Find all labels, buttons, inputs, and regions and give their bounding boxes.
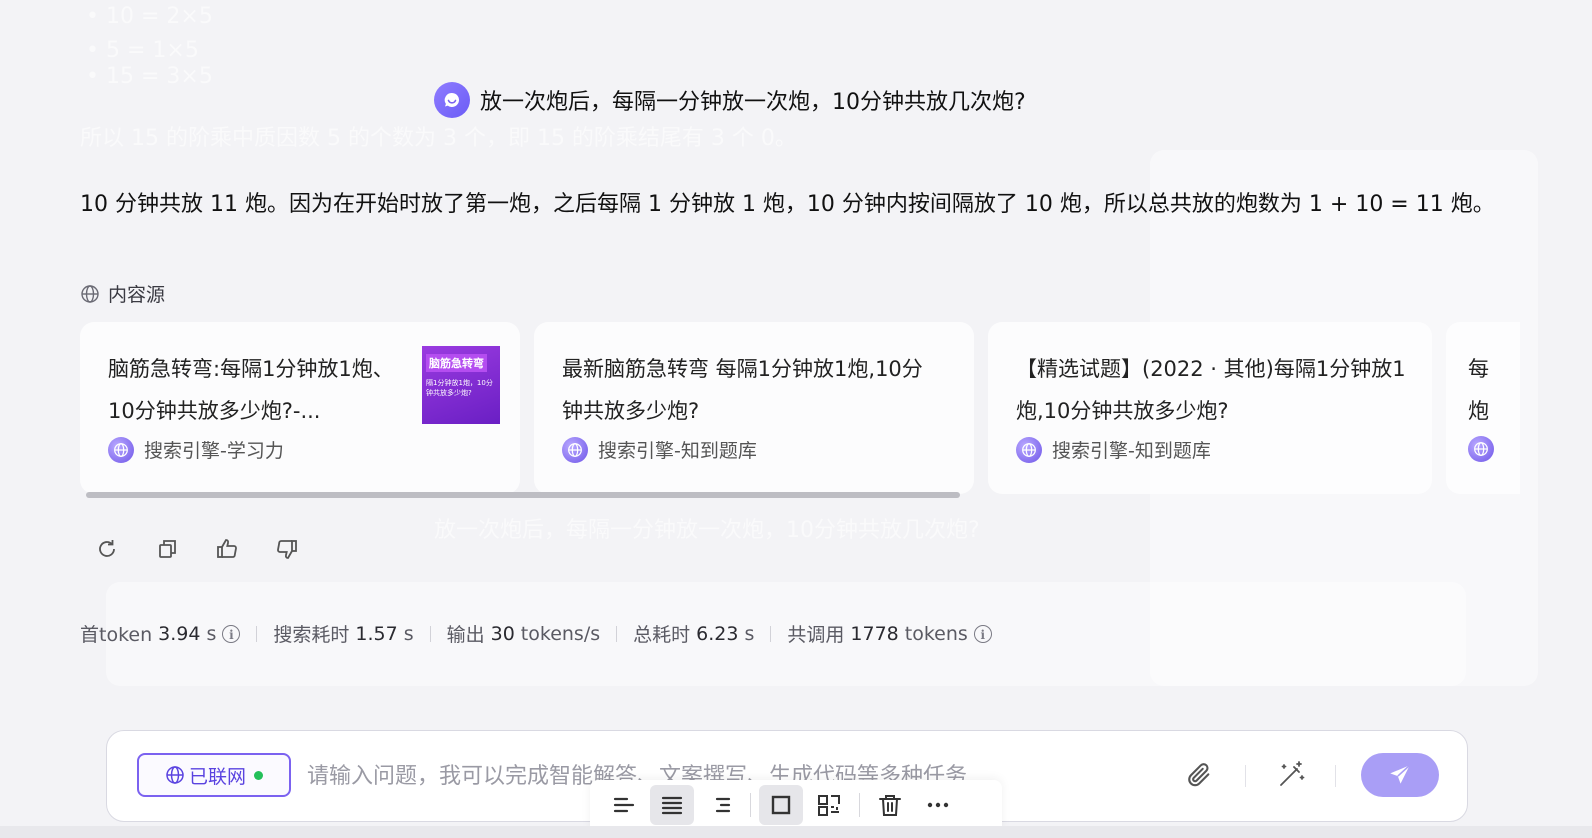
thumbnail-title: 脑筋急转弯: [426, 354, 487, 372]
generation-stats: 首token 3.94 s i 搜索耗时 1.57 s 输出 30 tokens…: [80, 620, 992, 647]
ghost-text: • 5 = 1×5: [86, 38, 199, 63]
source-card[interactable]: 脑筋急转弯:每隔1分钟放1炮、10分钟共放多少炮?-... 搜索引擎-学习力 脑…: [80, 322, 520, 494]
globe-icon: [1016, 436, 1042, 463]
answer-actions: [94, 536, 300, 562]
globe-icon: [562, 436, 588, 463]
align-center-icon[interactable]: [650, 785, 694, 825]
network-label: 已联网: [188, 765, 246, 788]
online-status-dot: [254, 770, 263, 780]
align-left-icon[interactable]: [602, 785, 646, 825]
stat-value: 30: [490, 622, 515, 645]
stat-label: 共调用: [787, 624, 845, 646]
globe-icon: [166, 766, 184, 784]
source-thumbnail: 脑筋急转弯 隔1分钟放1炮，10分钟共放多少炮?: [422, 346, 500, 424]
source-name: 搜索引擎-学习力: [144, 440, 284, 462]
divider: [1245, 765, 1246, 787]
stat-unit: s: [206, 622, 217, 645]
send-button[interactable]: [1361, 753, 1439, 797]
chat-bubble-icon: [434, 82, 470, 118]
source-card-title: 【精选试题】(2022 · 其他)每隔1分钟放1炮,10分钟共放多少炮?: [1016, 357, 1406, 423]
stat-label: 首token: [80, 624, 153, 646]
stat-value: 1778: [850, 622, 899, 645]
stat-total-tokens: 共调用 1778 tokens i: [787, 620, 992, 647]
align-right-icon[interactable]: [698, 785, 742, 825]
stat-unit: tokens: [904, 622, 968, 645]
delete-icon[interactable]: [868, 785, 912, 825]
stat-label: 搜索耗时: [273, 624, 350, 646]
source-card-origin: [1468, 436, 1520, 462]
source-name: 搜索引擎-知到题库: [598, 440, 757, 462]
stat-unit: s: [403, 622, 414, 645]
source-card-origin: 搜索引擎-学习力: [108, 436, 492, 463]
ghost-text: 所以 15 的阶乘中质因数 5 的个数为 3 个，即 15 的阶乘结尾有 3 个…: [80, 126, 797, 151]
source-card-title: 脑筋急转弯:每隔1分钟放1炮、10分钟共放多少炮?-...: [108, 357, 394, 423]
source-card[interactable]: 每 炮: [1446, 322, 1520, 494]
source-card-title: 每 炮: [1468, 357, 1489, 423]
info-icon[interactable]: i: [973, 624, 992, 643]
stat-unit: s: [744, 622, 755, 645]
chat-page: • 10 = 2×5 • 5 = 1×5 • 15 = 3×5 所以 15 的阶…: [0, 0, 1592, 838]
source-card-title: 最新脑筋急转弯 每隔1分钟放1炮,10分钟共放多少炮?: [562, 357, 923, 423]
source-card[interactable]: 最新脑筋急转弯 每隔1分钟放1炮,10分钟共放多少炮? 搜索引擎-知到题库: [534, 322, 974, 494]
globe-icon: [81, 284, 99, 303]
cards-scrollbar[interactable]: [86, 492, 960, 498]
divider: [616, 625, 618, 642]
divider: [429, 625, 431, 642]
thumbs-down-icon[interactable]: [274, 536, 300, 562]
ghost-text: • 10 = 2×5: [86, 4, 213, 29]
divider: [750, 793, 751, 817]
user-question: 放一次炮后，每隔一分钟放一次炮，10分钟共放几次炮?: [434, 82, 1026, 118]
more-icon[interactable]: [916, 785, 960, 825]
thumbs-up-icon[interactable]: [214, 536, 240, 562]
stat-value: 6.23: [696, 622, 739, 645]
divider: [770, 625, 772, 642]
stat-label: 输出: [446, 624, 485, 646]
send-icon: [1390, 764, 1411, 784]
stat-unit: tokens/s: [520, 622, 601, 645]
stat-total-time: 总耗时 6.23 s: [633, 620, 754, 647]
stat-search-time: 搜索耗时 1.57 s: [273, 620, 413, 647]
globe-icon: [108, 436, 134, 463]
info-icon[interactable]: i: [222, 624, 241, 643]
source-cards: 脑筋急转弯:每隔1分钟放1炮、10分钟共放多少炮?-... 搜索引擎-学习力 脑…: [80, 322, 1520, 494]
divider: [1335, 765, 1336, 787]
ghost-text: • 15 = 3×5: [86, 64, 213, 89]
magic-wand-icon[interactable]: [1275, 759, 1307, 791]
content-source-text: 内容源: [108, 284, 166, 306]
question-text: 放一次炮后，每隔一分钟放一次炮，10分钟共放几次炮?: [480, 90, 1026, 115]
bottom-edge: [0, 826, 1592, 838]
answer-text: 10 分钟共放 11 炮。因为在开始时放了第一炮，之后每隔 1 分钟放 1 炮，…: [80, 192, 1495, 217]
source-card[interactable]: 【精选试题】(2022 · 其他)每隔1分钟放1炮,10分钟共放多少炮? 搜索引…: [988, 322, 1432, 494]
stat-value: 3.94: [158, 622, 201, 645]
ghost-text: 放一次炮后，每隔一分钟放一次炮，10分钟共放几次炮?: [434, 518, 980, 543]
stat-first-token: 首token 3.94 s i: [80, 620, 241, 647]
globe-icon: [1468, 436, 1494, 462]
stat-label: 总耗时: [633, 624, 691, 646]
divider: [859, 793, 860, 817]
divider: [256, 625, 258, 642]
frame-icon[interactable]: [759, 785, 803, 825]
content-source-label[interactable]: 内容源: [80, 280, 165, 307]
network-toggle-button[interactable]: 已联网: [137, 753, 291, 797]
thumbnail-text: 隔1分钟放1炮，10分钟共放多少炮?: [426, 379, 493, 397]
stat-value: 1.57: [355, 622, 398, 645]
copy-icon[interactable]: [154, 536, 180, 562]
qr-scan-icon[interactable]: [807, 785, 851, 825]
refresh-icon[interactable]: [94, 536, 120, 562]
paperclip-icon[interactable]: [1185, 761, 1213, 789]
source-card-origin: 搜索引擎-知到题库: [1016, 436, 1404, 463]
source-name: 搜索引擎-知到题库: [1052, 440, 1211, 462]
format-toolbar: [590, 780, 1002, 830]
stat-output-rate: 输出 30 tokens/s: [447, 620, 601, 647]
source-card-origin: 搜索引擎-知到题库: [562, 436, 946, 463]
